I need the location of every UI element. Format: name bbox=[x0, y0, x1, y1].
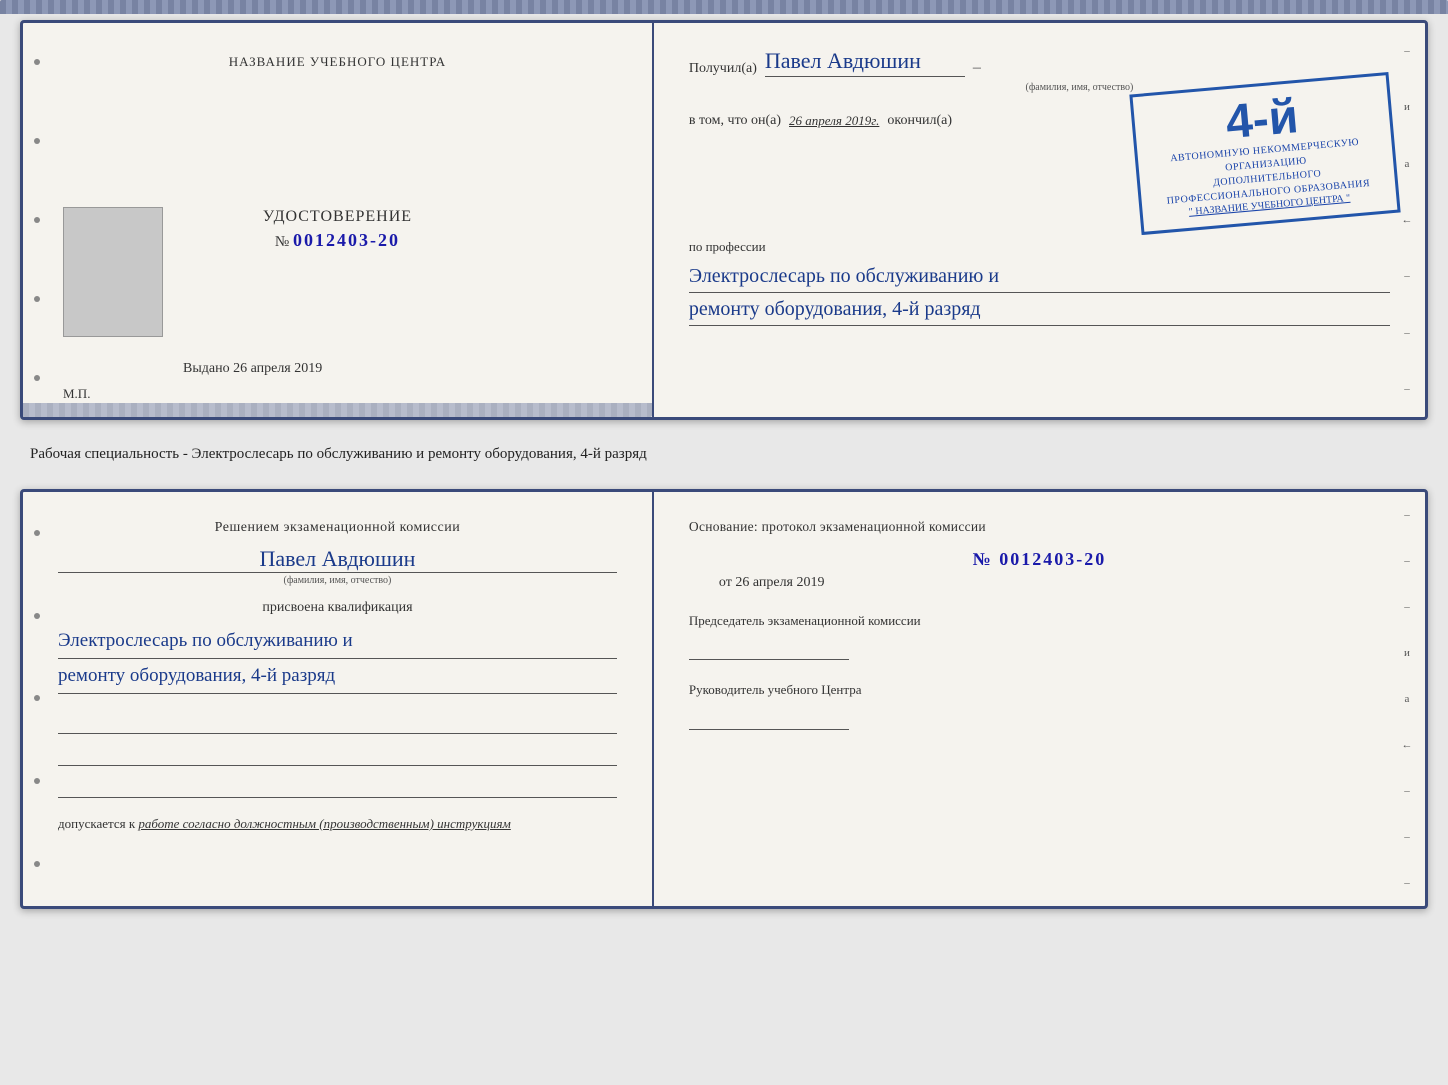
number-prefix: № bbox=[275, 234, 289, 250]
left-binding bbox=[29, 23, 45, 417]
vydano-date: 26 апреля 2019 bbox=[233, 361, 322, 376]
stamp-overlay: 4-й АВТОНОМНУЮ НЕКОММЕРЧЕСКУЮ ОРГАНИЗАЦИ… bbox=[1129, 72, 1400, 235]
kvalif-line2: ремонту оборудования, 4-й разряд bbox=[58, 659, 617, 694]
udostoverenie-label: УДОСТОВЕРЕНИЕ bbox=[263, 208, 412, 226]
osnovanie-label: Основание: протокол экзаменационной коми… bbox=[689, 517, 1390, 537]
profession-line1: Электрослесарь по обслуживанию и bbox=[689, 260, 1390, 293]
bottom-doc-left: Решением экзаменационной комиссии Павел … bbox=[23, 492, 654, 906]
vtom-label: в том, что он(а) bbox=[689, 113, 781, 129]
poluchil-label: Получил(а) bbox=[689, 61, 757, 77]
fio-subtitle-bottom: (фамилия, имя, отчество) bbox=[58, 575, 617, 586]
left-binding-bottom bbox=[29, 492, 45, 906]
ot-prefix: от bbox=[719, 575, 732, 590]
prisvoena-label: присвоена квалификация bbox=[58, 600, 617, 616]
top-document: НАЗВАНИЕ УЧЕБНОГО ЦЕНТРА УДОСТОВЕРЕНИЕ №… bbox=[20, 20, 1428, 420]
po-professii-label: по профессии bbox=[689, 239, 1390, 255]
profession-line2: ремонту оборудования, 4-й разряд bbox=[689, 293, 1390, 326]
dopuskaetsya-block: допускается к работе согласно должностны… bbox=[58, 816, 617, 832]
kvalif-line1: Электрослесарь по обслуживанию и bbox=[58, 624, 617, 659]
predsedatel-block: Председатель экзаменационной комиссии bbox=[689, 611, 1390, 661]
recipient-name-top: Павел Авдюшин bbox=[765, 48, 965, 77]
udostoverenie-number: 0012403-20 bbox=[293, 230, 400, 250]
protocol-num: 0012403-20 bbox=[999, 549, 1106, 569]
predsedatel-label: Председатель экзаменационной комиссии bbox=[689, 611, 1390, 631]
rukovoditel-block: Руководитель учебного Центра bbox=[689, 680, 1390, 730]
dopuskaetsya-value: работе согласно должностным (производств… bbox=[138, 816, 510, 831]
rukovoditel-label: Руководитель учебного Центра bbox=[689, 680, 1390, 700]
right-binding-top: – и а ← – – – bbox=[1397, 23, 1417, 417]
top-left-title: НАЗВАНИЕ УЧЕБНОГО ЦЕНТРА bbox=[229, 53, 446, 71]
resheniyem-label: Решением экзаменационной комиссии bbox=[58, 517, 617, 538]
recipient-name-bottom: Павел Авдюшин bbox=[58, 546, 617, 573]
ot-date-block: от 26 апреля 2019 bbox=[719, 575, 1390, 591]
protocol-prefix: № bbox=[973, 549, 993, 569]
vydano-label: Выдано bbox=[183, 361, 230, 376]
bottom-document: Решением экзаменационной комиссии Павел … bbox=[20, 489, 1428, 909]
sig-line-1 bbox=[58, 714, 617, 734]
okonchil-label: окончил(а) bbox=[887, 113, 952, 129]
predsedatel-line bbox=[689, 640, 849, 660]
photo-placeholder bbox=[63, 207, 163, 337]
bottom-doc-right: Основание: протокол экзаменационной коми… bbox=[654, 492, 1425, 906]
sig-line-2 bbox=[58, 746, 617, 766]
middle-text: Рабочая специальность - Электрослесарь п… bbox=[20, 438, 1428, 471]
poluchil-block: Получил(а) Павел Авдюшин – bbox=[689, 48, 1390, 77]
top-doc-left: НАЗВАНИЕ УЧЕБНОГО ЦЕНТРА УДОСТОВЕРЕНИЕ №… bbox=[23, 23, 654, 417]
udostoverenie-block: УДОСТОВЕРЕНИЕ № 0012403-20 bbox=[263, 208, 412, 251]
rukovoditel-line bbox=[689, 710, 849, 730]
top-doc-right: Получил(а) Павел Авдюшин – (фамилия, имя… bbox=[654, 23, 1425, 417]
vtom-date: 26 апреля 2019г. bbox=[789, 113, 879, 129]
sig-line-3 bbox=[58, 778, 617, 798]
dopuskaetsya-label: допускается к bbox=[58, 816, 135, 831]
signature-lines-left bbox=[58, 714, 617, 798]
protocol-number: № 0012403-20 bbox=[689, 549, 1390, 570]
vydano-block: Выдано 26 апреля 2019 bbox=[183, 361, 322, 377]
right-binding-bottom: – – – и а ← – – – bbox=[1397, 492, 1417, 906]
ot-date: 26 апреля 2019 bbox=[735, 575, 824, 590]
mp-label: М.П. bbox=[63, 386, 90, 402]
